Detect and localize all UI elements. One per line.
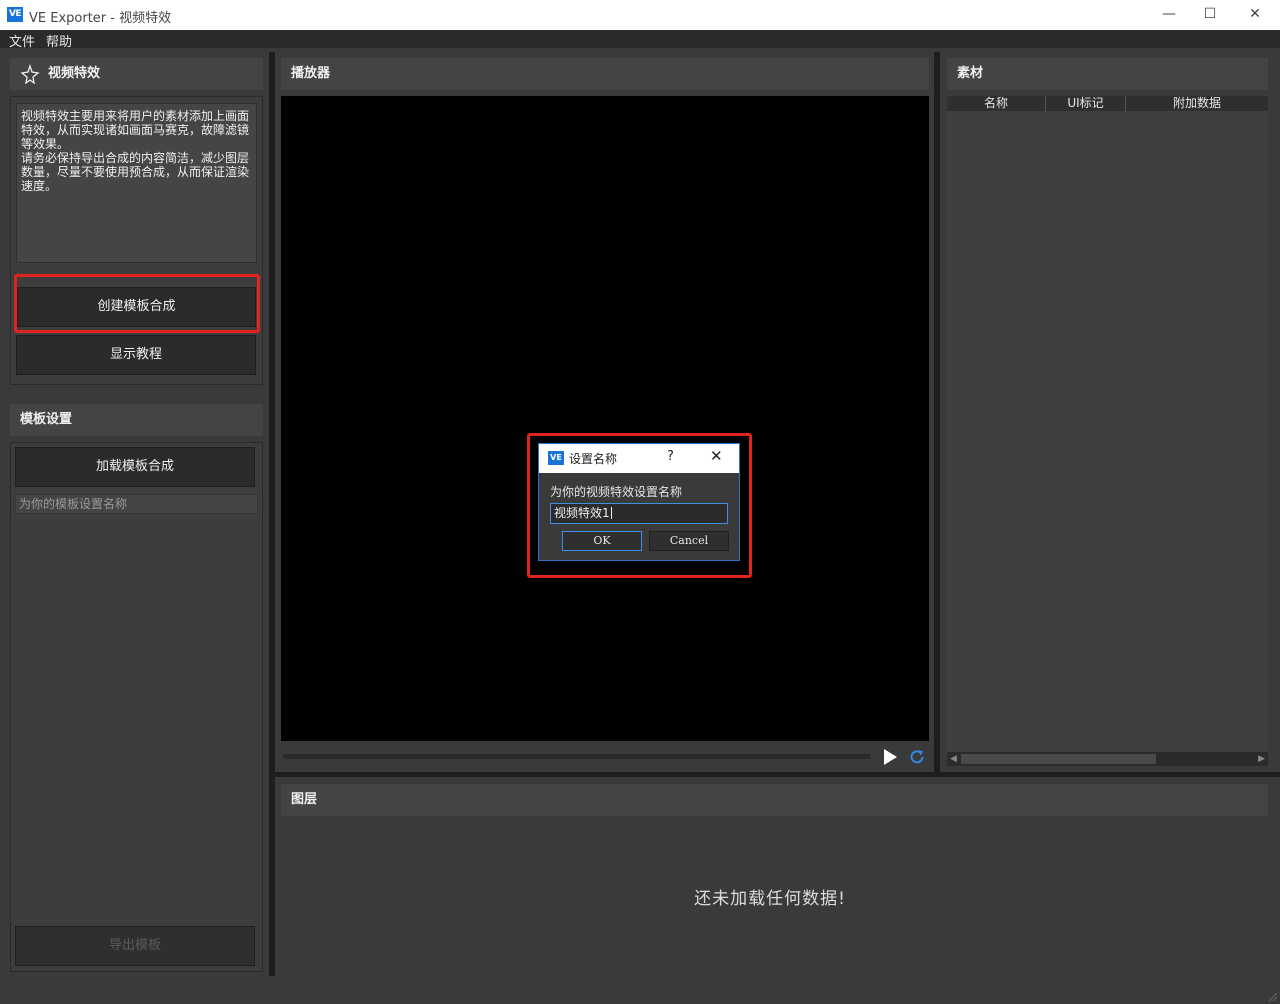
- assets-table[interactable]: [947, 111, 1268, 752]
- window-title: VE Exporter - 视频特效: [29, 11, 172, 26]
- menu-help[interactable]: 帮助: [46, 31, 72, 50]
- scrollbar-thumb[interactable]: [961, 754, 1156, 764]
- video-player[interactable]: [281, 96, 929, 741]
- close-button[interactable]: ✕: [1232, 0, 1278, 30]
- dialog-prompt: 为你的视频特效设置名称: [550, 485, 683, 499]
- menu-bar: 文件 帮助: [0, 30, 1280, 50]
- dialog-logo-icon: VE: [548, 451, 564, 465]
- cancel-button[interactable]: Cancel: [649, 531, 729, 551]
- horizontal-splitter[interactable]: [275, 772, 1280, 777]
- video-effects-title: 视频特效: [48, 66, 101, 81]
- scroll-left-icon[interactable]: ◀: [950, 754, 957, 764]
- title-bar: VE VE Exporter - 视频特效 — ☐ ✕: [0, 0, 1280, 30]
- refresh-icon[interactable]: [908, 748, 926, 766]
- column-name[interactable]: 名称: [947, 96, 1046, 111]
- template-settings-header: 模板设置: [10, 404, 263, 436]
- assets-horizontal-scrollbar[interactable]: ◀ ▶: [947, 752, 1268, 766]
- column-extra-data[interactable]: 附加数据: [1126, 96, 1268, 111]
- show-tutorial-button[interactable]: 显示教程: [16, 335, 256, 375]
- column-ui-tag[interactable]: UI标记: [1046, 96, 1126, 111]
- maximize-button[interactable]: ☐: [1187, 0, 1233, 30]
- minimize-button[interactable]: —: [1146, 0, 1192, 30]
- template-name-input[interactable]: 为你的模板设置名称: [15, 494, 258, 514]
- layers-empty-message: 还未加载任何数据!: [694, 889, 846, 909]
- effect-name-value: 视频特效1: [554, 506, 610, 520]
- effects-description: 视频特效主要用来将用户的素材添加上画面特效，从而实现诸如画面马赛克，故障滤镜等效…: [16, 103, 257, 263]
- export-template-button[interactable]: 导出模板: [15, 926, 255, 966]
- menu-file[interactable]: 文件: [9, 31, 35, 50]
- effects-icon: [20, 63, 40, 85]
- video-effects-header: 视频特效: [10, 58, 263, 90]
- load-template-button[interactable]: 加载模板合成: [15, 447, 255, 487]
- resize-grip-icon[interactable]: [1266, 990, 1278, 1002]
- effect-name-input[interactable]: 视频特效1: [550, 503, 728, 524]
- ok-button[interactable]: OK: [562, 531, 642, 551]
- app-logo-icon: VE: [7, 7, 23, 22]
- vertical-splitter-right[interactable]: [934, 52, 940, 772]
- dialog-close-button[interactable]: ✕: [710, 447, 723, 465]
- dialog-title: 设置名称: [569, 452, 618, 466]
- assets-header: 素材: [947, 58, 1268, 90]
- set-name-dialog: VE 设置名称 ? ✕ 为你的视频特效设置名称 视频特效1 OK Cancel: [538, 443, 740, 561]
- create-template-button[interactable]: 创建模板合成: [17, 287, 256, 327]
- dialog-title-bar: VE 设置名称 ? ✕: [539, 444, 739, 473]
- vertical-splitter-left[interactable]: [269, 52, 275, 976]
- play-icon[interactable]: [881, 748, 899, 766]
- text-cursor: [610, 507, 612, 519]
- template-settings-body: [10, 442, 263, 972]
- player-header: 播放器: [281, 58, 929, 90]
- dialog-help-button[interactable]: ?: [667, 449, 674, 464]
- layers-header: 图层: [281, 784, 1268, 816]
- seek-bar[interactable]: [283, 754, 871, 759]
- scroll-right-icon[interactable]: ▶: [1258, 754, 1265, 764]
